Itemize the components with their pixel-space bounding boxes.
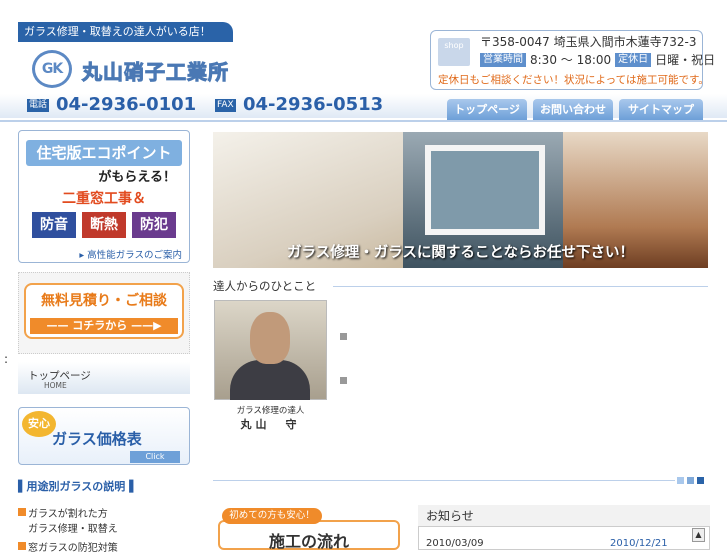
anshin-badge: 安心 — [22, 411, 56, 437]
phone-icon: 電話 — [27, 99, 50, 112]
fax-number: 04-2936-0513 — [243, 94, 384, 115]
uses-section-label: 用途別ガラスの説明 — [26, 480, 126, 493]
hero-caption: ガラス修理・ガラスに関することならお任せ下さい！ — [287, 245, 634, 261]
construction-flow-title: 施工の流れ — [268, 532, 349, 551]
arrow-icon — [18, 542, 26, 550]
owner-portrait-face — [250, 312, 290, 364]
arrow-icon — [18, 508, 26, 516]
company-logo-icon[interactable]: GK — [32, 50, 72, 88]
hours-label: 営業時間 — [480, 52, 526, 67]
use-item-security[interactable]: 窓ガラスの防犯対策 — [28, 539, 118, 554]
phone-number[interactable]: 04-2936-0101 — [56, 94, 196, 115]
stray-colon: : — [4, 352, 9, 366]
company-name[interactable]: 丸山硝子工業所 — [82, 56, 229, 85]
fax-icon: FAX — [215, 99, 236, 112]
first-time-badge: 初めての方も安心！ — [222, 508, 322, 524]
header-divider — [0, 120, 727, 122]
chip-insulation: 断熱 — [82, 212, 126, 238]
nav-contact[interactable]: お問い合わせ — [533, 99, 613, 120]
message-heading: 達人からのひとこと — [213, 279, 317, 293]
eco-point-title: 住宅版エコポイント — [26, 140, 182, 166]
news-date[interactable]: 2010/12/21 — [610, 538, 668, 549]
use-item-line2: ガラス修理・取替え — [28, 524, 118, 535]
news-heading: お知らせ — [418, 505, 710, 527]
store-address: 〒358-0047 埼玉県入間市木蓮寺732-3 — [480, 35, 697, 49]
eco-point-sub: がもらえる！ — [98, 170, 176, 185]
owner-role: ガラス修理の達人 — [236, 406, 305, 416]
owner-name: 丸山 守 — [240, 418, 301, 431]
pager-dot-icon — [697, 477, 704, 484]
bullet-icon — [340, 333, 347, 340]
section-separator — [213, 480, 675, 481]
pager-dot-icon — [687, 477, 694, 484]
closed-label: 定休日 — [615, 52, 652, 67]
shop-icon: shop — [438, 38, 470, 66]
uses-section-heading: ▌用途別ガラスの説明 ▌ — [18, 480, 138, 493]
scroll-up-icon[interactable]: ▲ — [692, 528, 705, 542]
free-estimate-arrow: —— コチラから ——▶ — [30, 318, 178, 334]
closed-value: 日曜・祝日 — [655, 53, 716, 67]
message-heading-rule — [333, 286, 708, 287]
pager-dot-icon — [677, 477, 684, 484]
bullet-icon — [340, 377, 347, 384]
news-date[interactable]: 2010/03/09 — [426, 538, 484, 549]
use-item-broken-glass[interactable]: ガラスが割れた方 ガラス修理・取替え — [28, 505, 118, 535]
owner-portrait-suit — [230, 360, 310, 400]
eco-point-link[interactable]: ▸ 高性能ガラスのご案内 — [26, 247, 182, 261]
store-hours-row: 営業時間 8:30 〜 18:00 定休日 日曜・祝日 — [480, 51, 715, 68]
hero-window-frame — [425, 145, 545, 235]
price-list-title: ガラス価格表 — [52, 430, 142, 448]
nav-sitemap[interactable]: サイトマップ — [619, 99, 703, 120]
hours-value: 8:30 〜 18:00 — [530, 53, 612, 67]
price-list-click[interactable]: Click — [130, 451, 180, 463]
nav-top-page[interactable]: トップページ — [447, 99, 527, 120]
use-item-line1: ガラスが割れた方 — [28, 509, 108, 520]
free-estimate-title: 無料見積り・ご相談 — [41, 293, 167, 309]
chip-soundproof: 防音 — [32, 212, 76, 238]
chip-security: 防犯 — [132, 212, 176, 238]
eco-point-work: 二重窓工事＆ — [62, 191, 146, 207]
sidebar-item-top-sublabel: HOME — [44, 381, 67, 390]
holiday-notice: 定休日もご相談ください！状況によっては施工可能です。 — [438, 74, 709, 86]
header-tagline: ガラス修理・取替えの達人がいる店！ — [18, 22, 233, 42]
